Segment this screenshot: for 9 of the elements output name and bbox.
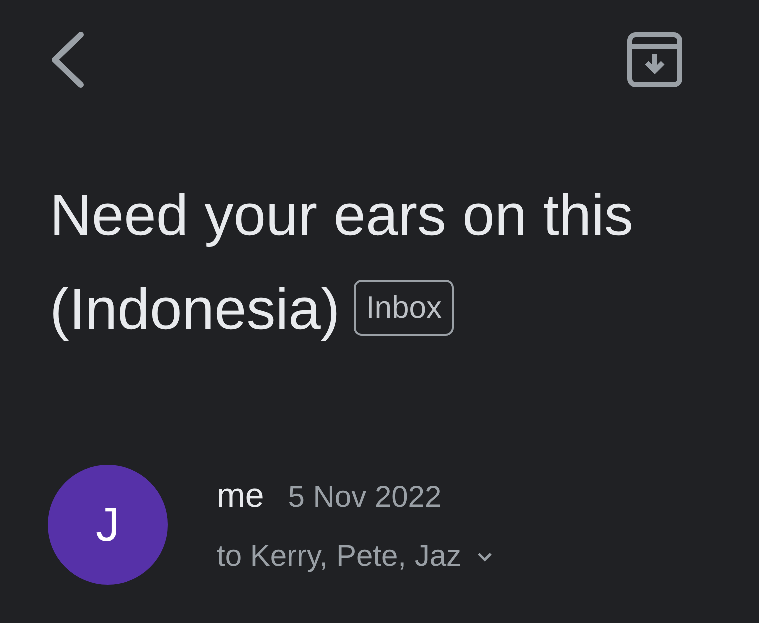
chevron-down-icon[interactable] — [476, 550, 494, 562]
email-subject: (Indonesia) — [50, 277, 340, 342]
archive-icon[interactable] — [627, 32, 683, 88]
sender-avatar[interactable]: J — [48, 465, 168, 585]
message-date: 5 Nov 2022 — [288, 480, 442, 514]
inbox-label[interactable]: Inbox — [354, 280, 454, 336]
recipients-text[interactable]: to Kerry, Pete, Jaz — [217, 540, 462, 574]
email-subject: Need your ears on this — [50, 183, 634, 248]
sender-name: me — [217, 476, 264, 516]
